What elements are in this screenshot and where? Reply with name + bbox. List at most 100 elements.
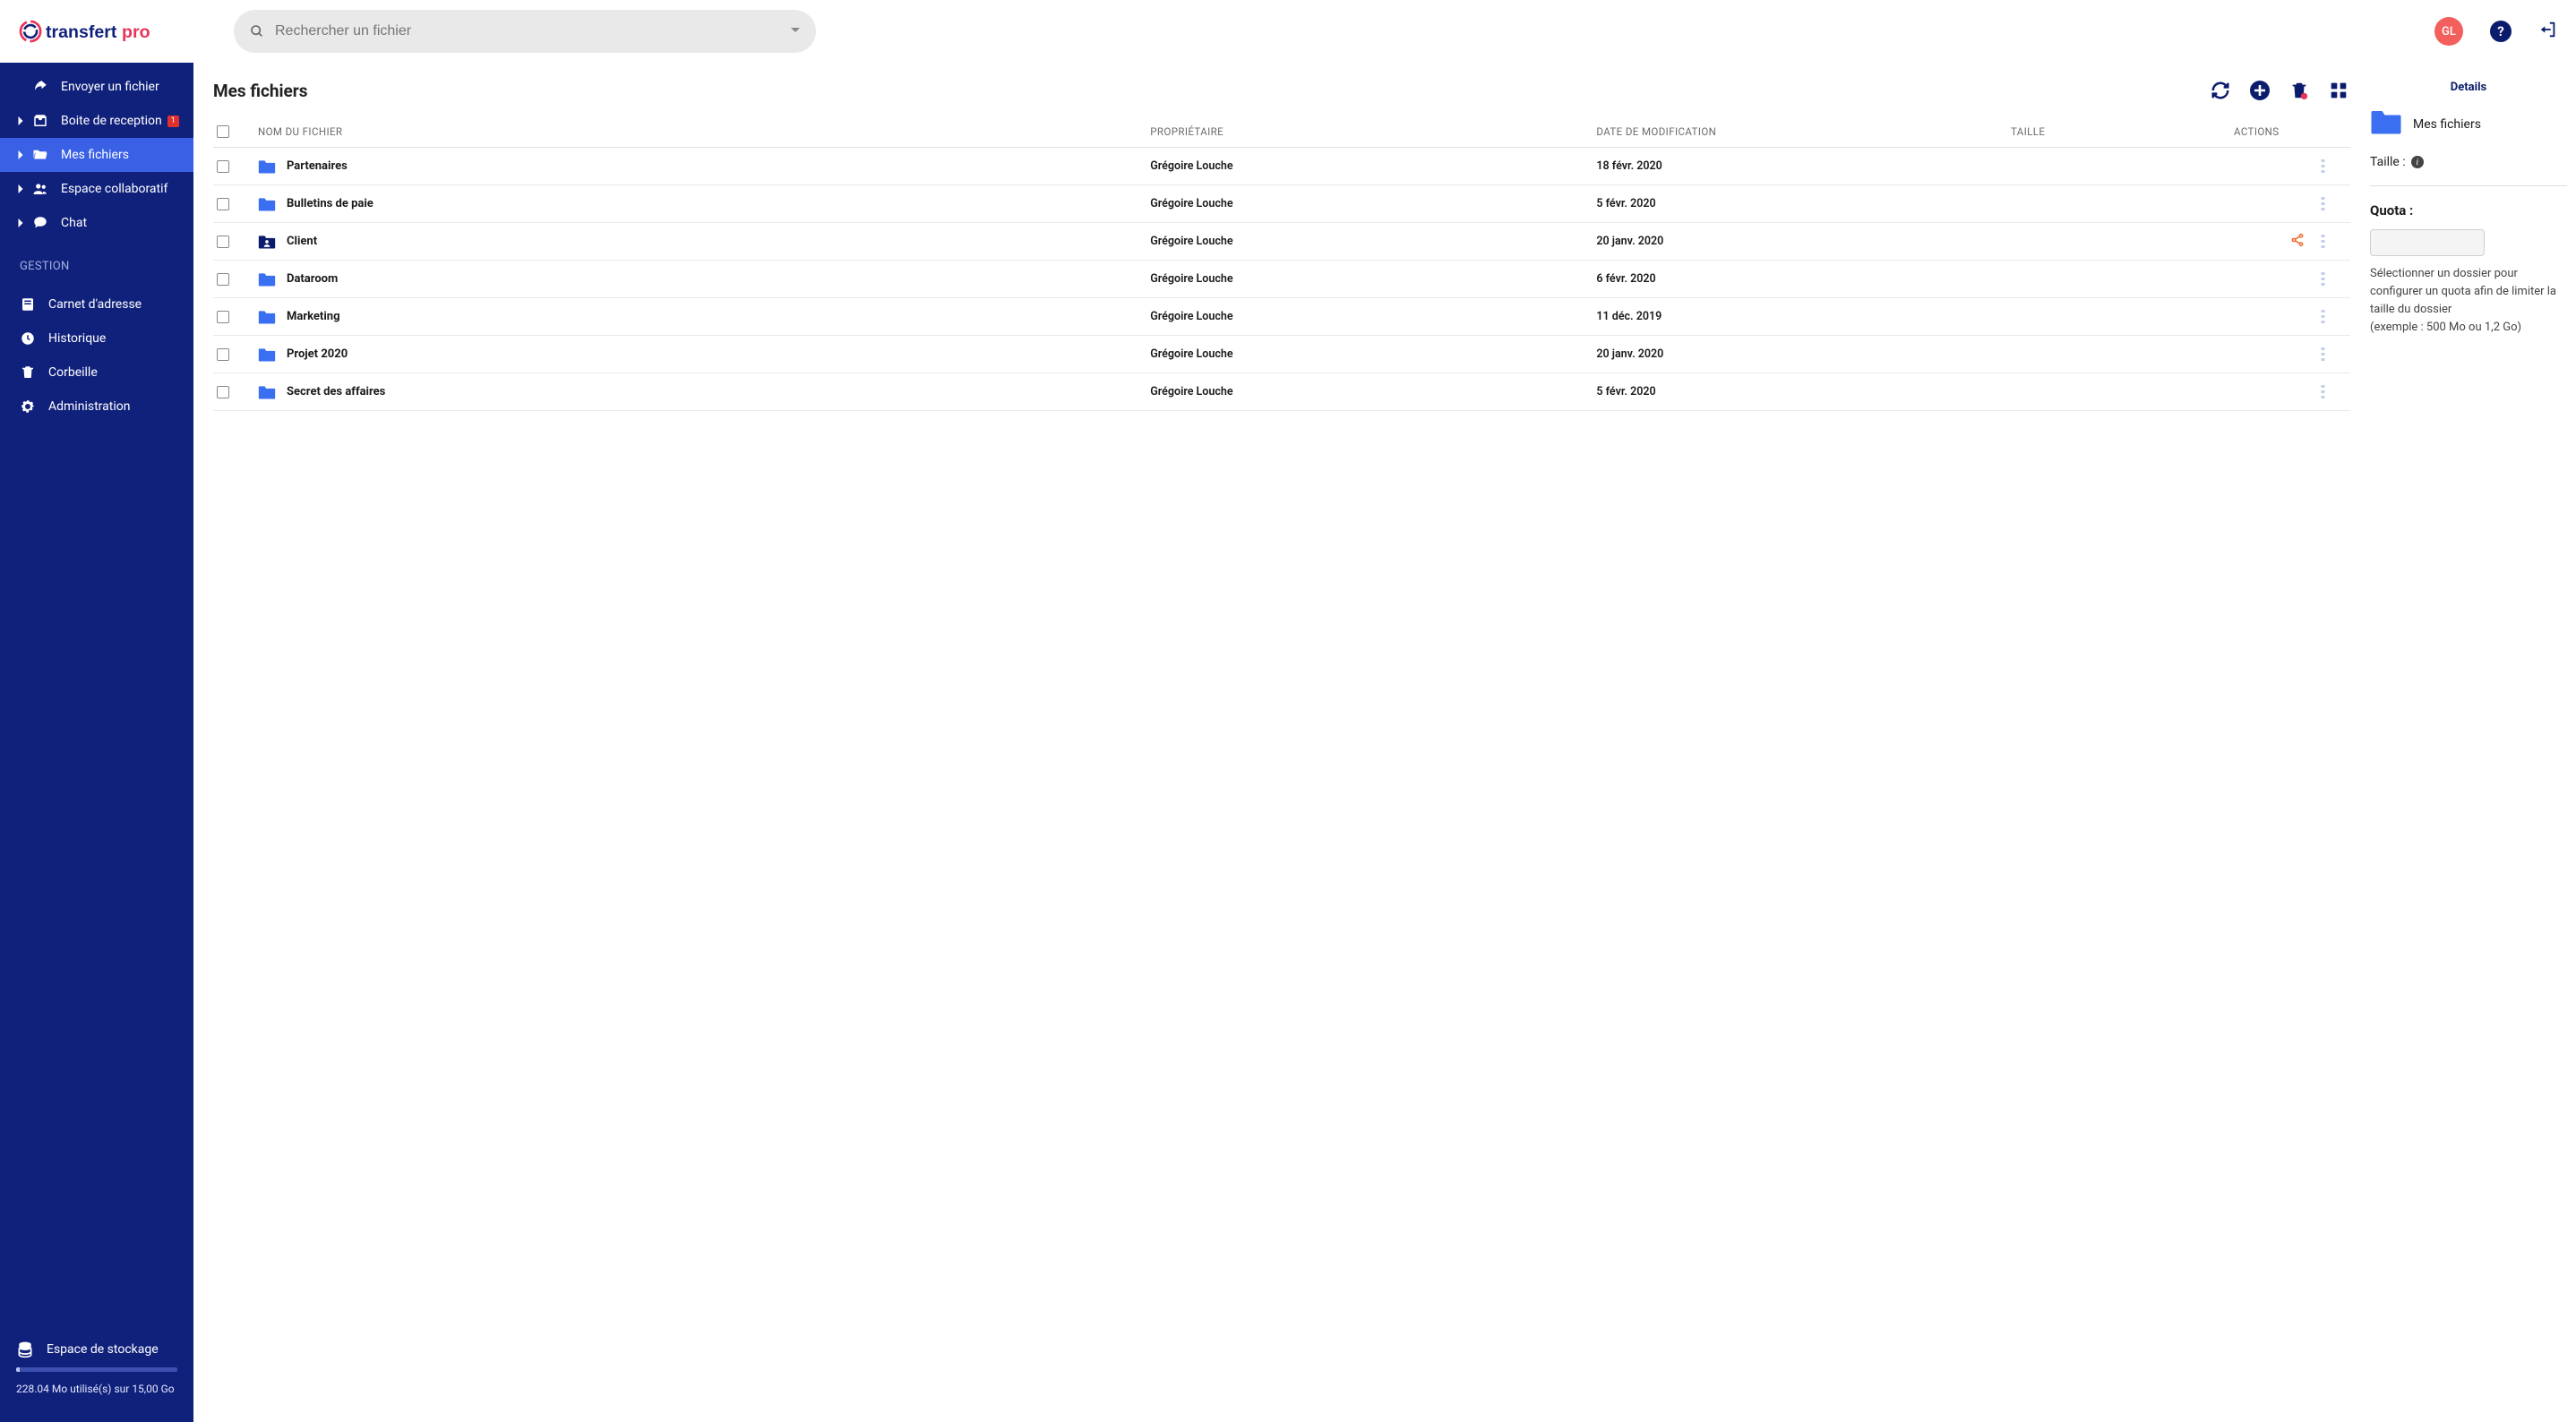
- toolbar: [2209, 79, 2350, 102]
- info-icon[interactable]: i: [2411, 156, 2424, 168]
- quota-help-text: Sélectionner un dossier pour configurer …: [2370, 265, 2567, 338]
- add-button[interactable]: [2248, 79, 2271, 102]
- nav-badge: 1: [167, 116, 179, 127]
- user-avatar[interactable]: GL: [2434, 17, 2463, 46]
- folder-icon: [258, 309, 276, 325]
- row-checkbox[interactable]: [217, 273, 229, 286]
- storage-progress: [16, 1367, 177, 1372]
- svg-text:pro: pro: [122, 22, 150, 42]
- refresh-button[interactable]: [2209, 79, 2232, 102]
- quota-label: Quota :: [2370, 202, 2567, 218]
- chevron-right-icon: [18, 150, 27, 159]
- trash-icon: [18, 364, 38, 381]
- trash-button[interactable]: [2288, 79, 2311, 102]
- file-name: Marketing: [287, 310, 340, 323]
- table-row[interactable]: Bulletins de paie Grégoire Louche5 févr. …: [213, 185, 2350, 223]
- folder-open-icon: [30, 147, 50, 163]
- row-checkbox[interactable]: [217, 236, 229, 248]
- file-name: Projet 2020: [287, 347, 348, 361]
- logo[interactable]: transfert pro: [0, 16, 193, 47]
- nav-item-chat[interactable]: Chat: [0, 206, 193, 240]
- nav-item-inbox[interactable]: Boite de reception 1: [0, 104, 193, 138]
- storage-block: Espace de stockage 228.04 Mo utilisé(s) …: [0, 1328, 193, 1422]
- file-date: 5 févr. 2020: [1596, 197, 2011, 210]
- logout-button[interactable]: [2538, 20, 2558, 43]
- page-title: Mes fichiers: [213, 81, 2209, 101]
- row-checkbox[interactable]: [217, 198, 229, 210]
- sidebar-section-gestion: GESTION: [0, 240, 193, 280]
- nav-item-label: Espace collaboratif: [61, 182, 167, 196]
- row-checkbox[interactable]: [217, 386, 229, 398]
- nav-item-label: Boite de reception: [61, 114, 162, 128]
- folder-icon: [258, 271, 276, 287]
- table-row[interactable]: MarketingGrégoire Louche11 déc. 2019: [213, 298, 2350, 336]
- details-folder-name: Mes fichiers: [2413, 117, 2481, 132]
- nav-item-book[interactable]: Carnet d'adresse: [0, 287, 193, 321]
- clock-icon: [18, 330, 38, 347]
- quota-input[interactable]: [2370, 229, 2485, 256]
- details-size-label: Taille :: [2370, 155, 2406, 169]
- file-name: Bulletins de paie: [287, 197, 374, 210]
- share-icon[interactable]: [2290, 233, 2305, 251]
- file-name: Partenaires: [287, 159, 348, 173]
- more-icon[interactable]: [2321, 347, 2325, 362]
- more-icon[interactable]: [2321, 235, 2325, 249]
- folder-icon: [2370, 108, 2402, 141]
- more-icon[interactable]: [2321, 310, 2325, 324]
- file-list-panel: Mes fichiers: [193, 63, 2370, 1422]
- file-owner: Grégoire Louche: [1150, 385, 1596, 398]
- nav-item-gear[interactable]: Administration: [0, 390, 193, 424]
- more-icon[interactable]: [2321, 197, 2325, 211]
- nav-item-label: Historique: [48, 331, 106, 346]
- col-header-owner[interactable]: PROPRIÉTAIRE: [1150, 125, 1596, 138]
- grid-view-button[interactable]: [2327, 79, 2350, 102]
- table-header: NOM DU FICHIER PROPRIÉTAIRE DATE DE MODI…: [213, 118, 2350, 148]
- help-button[interactable]: ?: [2490, 21, 2512, 42]
- nav-item-clock[interactable]: Historique: [0, 321, 193, 356]
- file-date: 6 févr. 2020: [1596, 272, 2011, 286]
- file-name: Secret des affaires: [287, 385, 385, 398]
- nav-item-trash[interactable]: Corbeille: [0, 356, 193, 390]
- search-box[interactable]: [234, 10, 816, 53]
- sidebar: Envoyer un fichier Boite de reception 1 Mes…: [0, 63, 193, 1422]
- table-row[interactable]: ClientGrégoire Louche20 janv. 2020: [213, 223, 2350, 261]
- nav-item-label: Corbeille: [48, 365, 98, 380]
- search-dropdown-icon[interactable]: [791, 24, 800, 39]
- search-input[interactable]: [275, 23, 800, 39]
- file-owner: Grégoire Louche: [1150, 159, 1596, 173]
- more-icon[interactable]: [2321, 159, 2325, 174]
- nav-item-label: Administration: [48, 399, 130, 414]
- nav-item-share[interactable]: Envoyer un fichier: [0, 70, 193, 104]
- row-checkbox[interactable]: [217, 348, 229, 361]
- storage-row[interactable]: Espace de stockage: [16, 1341, 177, 1358]
- chevron-right-icon: [18, 116, 27, 125]
- more-icon[interactable]: [2321, 385, 2325, 399]
- col-header-name[interactable]: NOM DU FICHIER: [253, 125, 1150, 138]
- nav-item-folder-open[interactable]: Mes fichiers: [0, 138, 193, 172]
- file-owner: Grégoire Louche: [1150, 197, 1596, 210]
- more-icon[interactable]: [2321, 272, 2325, 287]
- col-header-size[interactable]: TAILLE: [2011, 125, 2234, 138]
- table-row[interactable]: Projet 2020Grégoire Louche20 janv. 2020: [213, 336, 2350, 373]
- nav-item-users[interactable]: Espace collaboratif: [0, 172, 193, 206]
- row-checkbox[interactable]: [217, 311, 229, 323]
- file-owner: Grégoire Louche: [1150, 235, 1596, 248]
- nav-item-label: Envoyer un fichier: [61, 80, 159, 94]
- row-checkbox[interactable]: [217, 160, 229, 173]
- folder-icon: [258, 158, 276, 175]
- file-date: 18 févr. 2020: [1596, 159, 2011, 173]
- file-owner: Grégoire Louche: [1150, 310, 1596, 323]
- table-row[interactable]: Partenaires Grégoire Louche18 févr. 2020: [213, 148, 2350, 185]
- table-row[interactable]: Secret des affairesGrégoire Louche5 févr…: [213, 373, 2350, 411]
- nav-item-label: Mes fichiers: [61, 148, 129, 162]
- table-row[interactable]: DataroomGrégoire Louche6 févr. 2020: [213, 261, 2350, 298]
- chevron-right-icon: [18, 184, 27, 193]
- users-icon: [30, 181, 50, 197]
- share-icon: [30, 79, 50, 95]
- details-panel: Details Mes fichiers Taille : i Quota : …: [2370, 63, 2576, 1422]
- select-all-checkbox[interactable]: [217, 125, 229, 138]
- storage-text: 228.04 Mo utilisé(s) sur 15,00 Go: [16, 1383, 177, 1395]
- svg-text:transfert: transfert: [46, 22, 117, 42]
- col-header-date[interactable]: DATE DE MODIFICATION: [1596, 125, 2011, 138]
- database-icon: [16, 1341, 34, 1358]
